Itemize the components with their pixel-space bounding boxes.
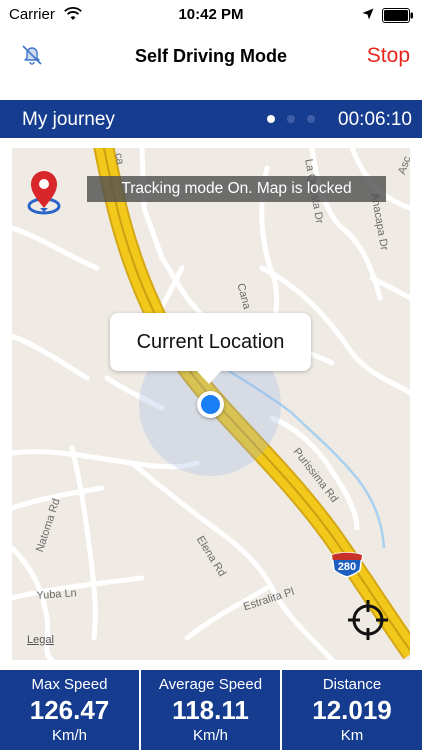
stat-distance: Distance 12.019 Km [282, 670, 422, 750]
clock: 10:42 PM [178, 6, 244, 23]
tracking-banner: Tracking mode On. Map is locked [87, 176, 386, 202]
stat-unit: Km/h [51, 727, 87, 744]
status-bar: Carrier 10:42 PM [0, 0, 422, 30]
page-dot-1 [267, 115, 275, 123]
stop-button[interactable]: Stop [367, 44, 410, 68]
journey-timer: 00:06:10 [338, 109, 412, 130]
stat-average-speed: Average Speed 118.11 Km/h [141, 670, 280, 750]
stat-value: 12.019 [312, 695, 392, 725]
journey-label: My journey [22, 109, 115, 130]
stat-label: Average Speed [158, 676, 263, 693]
current-location-dot[interactable] [197, 391, 224, 418]
street-label-ca: ca [112, 152, 127, 166]
stat-value: 126.47 [29, 695, 110, 725]
stat-label: Distance [322, 676, 382, 693]
map-pin-icon[interactable] [22, 168, 66, 216]
callout-tail [196, 370, 222, 384]
navigation-bar: Self Driving Mode Stop [0, 30, 422, 86]
journey-bar[interactable]: My journey 00:06:10 [0, 100, 422, 138]
stat-unit: Km/h [192, 727, 228, 744]
highway-shield-number: 280 [337, 561, 357, 573]
current-location-callout: Current Location [110, 313, 311, 371]
location-arrow-icon [362, 8, 374, 20]
stat-max-speed: Max Speed 126.47 Km/h [0, 670, 139, 750]
stat-value: 118.11 [172, 695, 249, 725]
page-dot-2 [287, 115, 295, 123]
page-indicator[interactable] [267, 115, 327, 123]
page-dot-3 [307, 115, 315, 123]
legal-link[interactable]: Legal [27, 634, 54, 646]
battery-icon [382, 8, 413, 23]
page-title: Self Driving Mode [134, 46, 287, 66]
stat-label: Max Speed [31, 676, 108, 693]
crosshair-icon[interactable] [347, 599, 389, 641]
stats-bar: Max Speed 126.47 Km/h Average Speed 118.… [0, 670, 422, 750]
callout-text: Current Location [136, 331, 285, 353]
stat-unit: Km [340, 727, 364, 744]
